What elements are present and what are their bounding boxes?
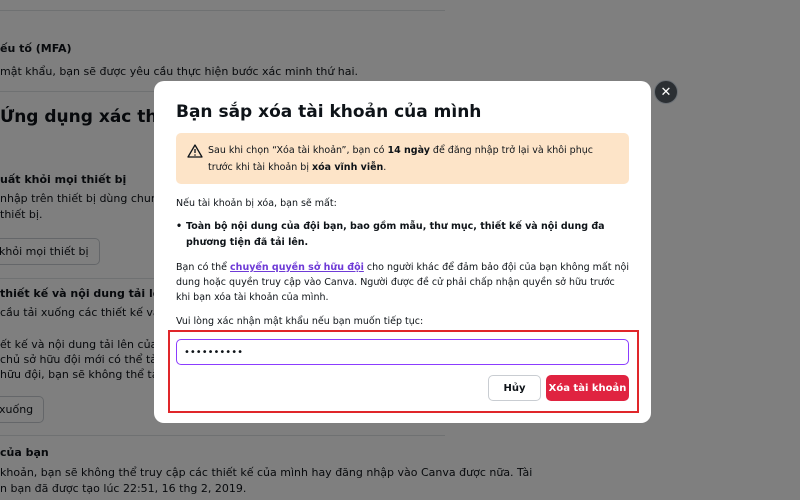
cancel-button[interactable]: Hủy xyxy=(488,375,541,401)
delete-account-dialog: Bạn sắp xóa tài khoản của mình Sau khi c… xyxy=(154,81,651,423)
close-button[interactable]: ✕ xyxy=(654,80,678,104)
warning-banner: Sau khi chọn “Xóa tài khoản”, bạn có 14 … xyxy=(176,133,629,184)
transfer-ownership-text: Bạn có thể chuyển quyền sở hữu đội cho n… xyxy=(176,262,629,303)
close-icon: ✕ xyxy=(660,84,672,100)
grace-period: 14 ngày xyxy=(387,145,430,156)
delete-account-button[interactable]: Xóa tài khoản xyxy=(546,375,629,401)
dialog-title: Bạn sắp xóa tài khoản của mình xyxy=(176,102,482,122)
warning-text: Sau khi chọn “Xóa tài khoản”, bạn có 14 … xyxy=(208,145,593,173)
warning-icon xyxy=(187,144,203,158)
password-input[interactable] xyxy=(176,339,629,365)
permanent-delete: xóa vĩnh viễn xyxy=(311,162,384,173)
lose-intro: Nếu tài khoản bị xóa, bạn sẽ mất: xyxy=(176,198,337,209)
transfer-ownership-link[interactable]: chuyển quyền sở hữu đội xyxy=(230,262,364,273)
password-prompt: Vui lòng xác nhận mật khẩu nếu bạn muốn … xyxy=(176,316,424,327)
